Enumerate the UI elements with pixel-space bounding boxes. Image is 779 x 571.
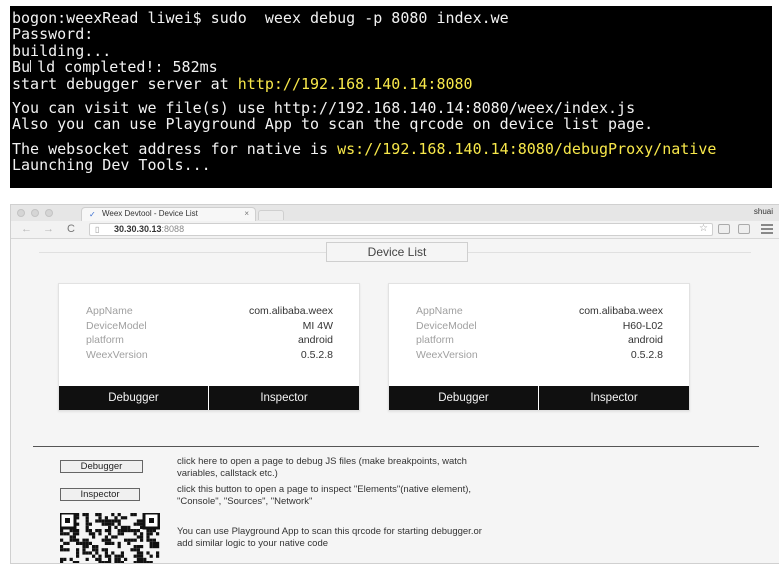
device-value: com.alibaba.weex [248,305,333,317]
device-key: WeexVersion [86,349,148,361]
tab-bar: ✓ Weex Devtool - Device List × shuai [11,205,779,221]
terminal-text: start debugger server at [12,74,238,93]
terminal-text: ld completed!: 582ms [37,58,218,77]
device-key: DeviceModel [86,320,147,332]
terminal-line: building... [12,41,112,60]
help-divider [33,446,759,447]
weex-tab-icon: ✓ [89,210,96,219]
device-row: WeexVersion 0.5.2.8 [416,348,663,362]
help-line: "Console", "Sources", "Network" [177,495,313,507]
star-icon[interactable]: ☆ [699,223,708,234]
device-key: AppName [416,305,463,317]
qrcode-image [60,513,160,563]
device-key: AppName [86,305,133,317]
url-port: :8088 [161,224,185,234]
terminal-line: Launching Dev Tools... [12,156,211,175]
reload-button[interactable]: C [67,223,75,236]
tab-device-list[interactable]: ✓ Weex Devtool - Device List × [81,207,256,221]
extension-icon[interactable] [718,224,730,234]
browser-toolbar: ← → C ▯ 30.30.30.13:8088 ☆ [11,221,779,239]
browser-window: ✓ Weex Devtool - Device List × shuai ← →… [10,204,779,564]
inspector-button[interactable]: Inspector [209,386,359,410]
websocket-url: ws://192.168.140.14:8080/debugProxy/nati… [337,139,717,158]
server-url: http://192.168.140.14:8080 [237,74,473,93]
device-row: AppName com.alibaba.weex [86,304,333,318]
device-card: AppName com.alibaba.weex DeviceModel H60-L… [388,283,690,411]
page-icon: ▯ [95,225,100,234]
device-row: AppName com.alibaba.weex [416,304,663,318]
terminal-line: You can visit we file(s) use http://192.… [12,99,636,118]
device-key: platform [86,334,124,346]
device-key: platform [416,334,454,346]
debugger-button[interactable]: Debugger [59,386,208,410]
mouse-cursor-icon [30,60,37,73]
hamburger-menu-icon[interactable] [761,224,773,234]
device-value: H60-L02 [622,320,663,332]
terminal-line: start debugger server at http://192.168.… [12,74,772,93]
device-row: platform android [416,333,663,347]
url-host: 30.30.30.13 [114,224,162,234]
terminal-line: Password: [12,25,94,44]
help-line: variables, callstack etc.) [177,467,278,479]
terminal-line: Also you can use Playground App to scan … [12,115,654,134]
device-value: android [297,334,333,346]
terminal-text: The websocket address for native is [12,139,338,158]
help-line: add similar logic to your native code [177,537,329,549]
device-value: MI 4W [302,320,333,332]
device-value: com.alibaba.weex [578,305,663,317]
terminal-window: bogon:weexRead liwei$ sudo weex debug -p… [10,6,772,188]
inspector-help-text: click this button to open a page to insp… [177,484,677,507]
qrcode-help-text: You can use Playground App to scan this … [177,526,677,549]
device-card: AppName com.alibaba.weex DeviceModel MI 4W… [58,283,360,411]
device-row: DeviceModel MI 4W [86,319,333,333]
forward-button[interactable]: → [43,223,54,236]
device-key: DeviceModel [416,320,477,332]
terminal-line: bogon:weexRead liwei$ sudo weex debug -p… [12,9,509,27]
debugger-button[interactable]: Debugger [389,386,538,410]
legend-inspector-button[interactable]: Inspector [60,488,140,501]
device-value: 0.5.2.8 [300,349,333,361]
legend-debugger-button[interactable]: Debugger [60,460,143,473]
url-text: 30.30.30.13:8088 [114,224,184,235]
device-value: 0.5.2.8 [630,349,663,361]
back-button[interactable]: ← [21,223,32,236]
device-list-page: Device List AppName com.alibaba.weex Devi… [11,239,779,563]
zoom-window-icon[interactable] [45,209,53,217]
terminal-line: The websocket address for native is ws:/… [12,141,772,157]
help-line: click here to open a page to debug JS fi… [177,456,467,467]
terminal-line: Bu ld completed!: 582ms [12,59,772,75]
close-window-icon[interactable] [17,209,25,217]
inspector-button[interactable]: Inspector [539,386,689,410]
device-row: DeviceModel H60-L02 [416,319,663,333]
device-row: platform android [86,333,333,347]
minimize-window-icon[interactable] [31,209,39,217]
help-line: You can use Playground App to scan this … [177,526,482,537]
tab-title: Weex Devtool - Device List [102,209,198,218]
new-tab-button[interactable] [258,210,284,220]
debugger-help-text: click here to open a page to debug JS fi… [177,456,677,479]
terminal-text: Bu [12,58,31,77]
address-bar[interactable]: ▯ 30.30.30.13:8088 ☆ [89,223,713,236]
device-row: WeexVersion 0.5.2.8 [86,348,333,362]
extension-icon[interactable] [738,224,750,234]
device-key: WeexVersion [416,349,478,361]
close-icon[interactable]: × [244,208,249,220]
device-value: android [627,334,663,346]
profile-name[interactable]: shuai [754,207,773,216]
help-line: click this button to open a page to insp… [177,484,472,495]
page-title: Device List [326,242,468,262]
